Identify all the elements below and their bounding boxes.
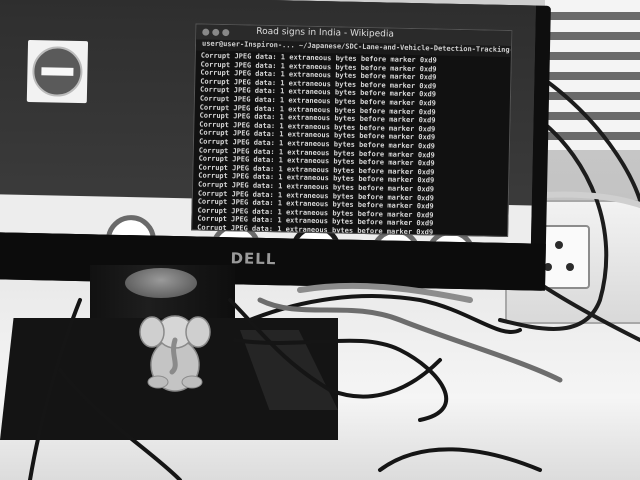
- cables-front: [28, 282, 563, 480]
- ganesha-figurine: [139, 315, 211, 392]
- photo-scene: Road signs in India - Wikipedia user@use…: [0, 0, 640, 480]
